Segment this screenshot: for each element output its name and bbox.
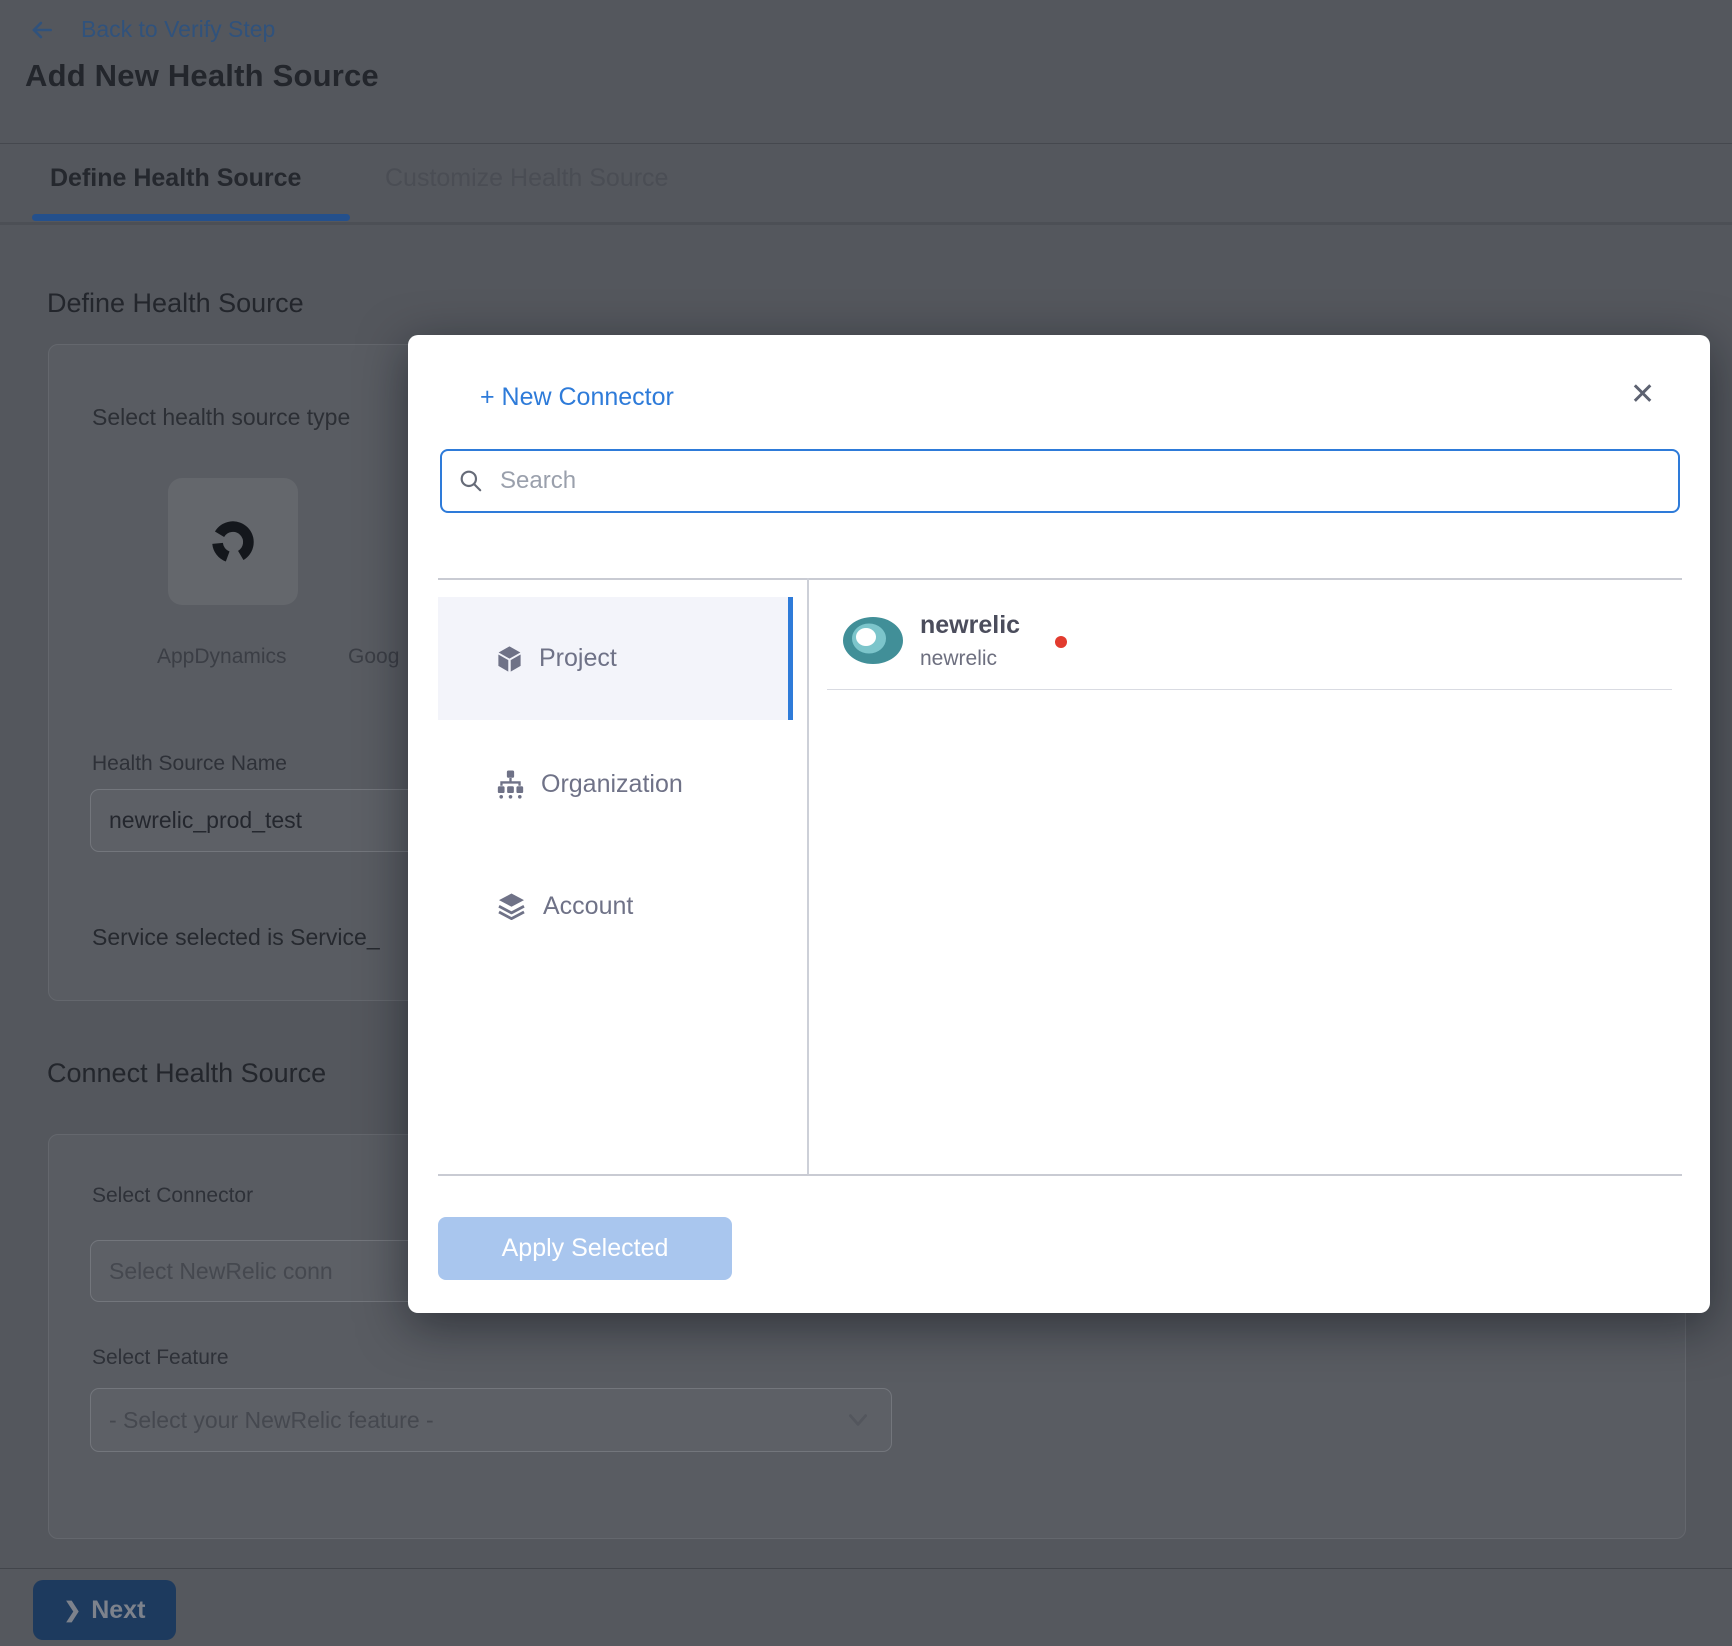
cube-icon — [495, 644, 524, 674]
header-divider — [0, 143, 1732, 144]
scope-tab-organization[interactable]: Organization — [438, 752, 793, 816]
close-icon[interactable]: ✕ — [1626, 373, 1659, 416]
define-section-heading: Define Health Source — [47, 288, 304, 319]
search-icon — [458, 468, 484, 494]
scope-account-label: Account — [543, 892, 633, 921]
connectivity-status-dot — [1055, 636, 1067, 648]
layers-icon — [495, 891, 528, 921]
connector-select-modal: + New Connector ✕ Project — [408, 335, 1710, 1313]
tabbar-edge — [0, 222, 1732, 225]
search-input[interactable] — [498, 466, 1662, 496]
result-row-separator — [827, 689, 1672, 690]
modal-bottom-separator — [438, 1174, 1682, 1176]
scope-organization-label: Organization — [541, 770, 683, 799]
appdynamics-logo-icon — [202, 511, 264, 573]
google-label-cut: Goog — [348, 645, 399, 669]
back-link[interactable]: Back to Verify Step — [27, 16, 275, 43]
modal-top-separator — [438, 578, 1682, 580]
connector-search-box — [440, 449, 1680, 513]
tab-define-health-source[interactable]: Define Health Source — [50, 164, 301, 193]
service-selected-note: Service selected is Service_ — [92, 924, 380, 951]
appdynamics-label: AppDynamics — [157, 645, 287, 669]
connector-result-name[interactable]: newrelic — [920, 611, 1020, 640]
back-arrow-icon — [27, 17, 57, 43]
connect-section-heading: Connect Health Source — [47, 1058, 326, 1089]
next-button-label: Next — [91, 1596, 145, 1625]
active-scope-bar — [788, 597, 793, 720]
scope-content-divider — [807, 578, 809, 1175]
footer-bar — [0, 1569, 1732, 1646]
connector-result-id: newrelic — [920, 647, 997, 671]
select-type-label: Select health source type — [92, 404, 350, 431]
appdynamics-tile[interactable] — [168, 478, 298, 605]
chevron-down-icon — [845, 1409, 871, 1431]
screen: Back to Verify Step Add New Health Sourc… — [0, 0, 1732, 1646]
select-connector-label: Select Connector — [92, 1184, 253, 1208]
back-link-label: Back to Verify Step — [81, 16, 275, 43]
org-chart-icon — [495, 769, 526, 800]
newrelic-logo-icon[interactable] — [843, 617, 903, 664]
page-title: Add New Health Source — [25, 58, 379, 94]
apply-selected-button[interactable]: Apply Selected — [438, 1217, 732, 1280]
scope-tab-project[interactable]: Project — [438, 597, 793, 720]
tab-customize-health-source[interactable]: Customize Health Source — [385, 164, 668, 193]
next-button[interactable]: ❯ Next — [33, 1580, 176, 1640]
scope-project-label: Project — [539, 644, 617, 673]
active-tab-underline — [32, 214, 350, 221]
next-chevron-icon: ❯ — [64, 1598, 82, 1623]
select-feature-dropdown[interactable]: - Select your NewRelic feature - — [90, 1388, 892, 1452]
new-connector-link[interactable]: + New Connector — [480, 383, 674, 412]
scope-tab-account[interactable]: Account — [438, 874, 793, 938]
select-feature-placeholder: - Select your NewRelic feature - — [109, 1407, 434, 1434]
select-feature-label: Select Feature — [92, 1346, 229, 1370]
health-source-name-label: Health Source Name — [92, 752, 287, 776]
